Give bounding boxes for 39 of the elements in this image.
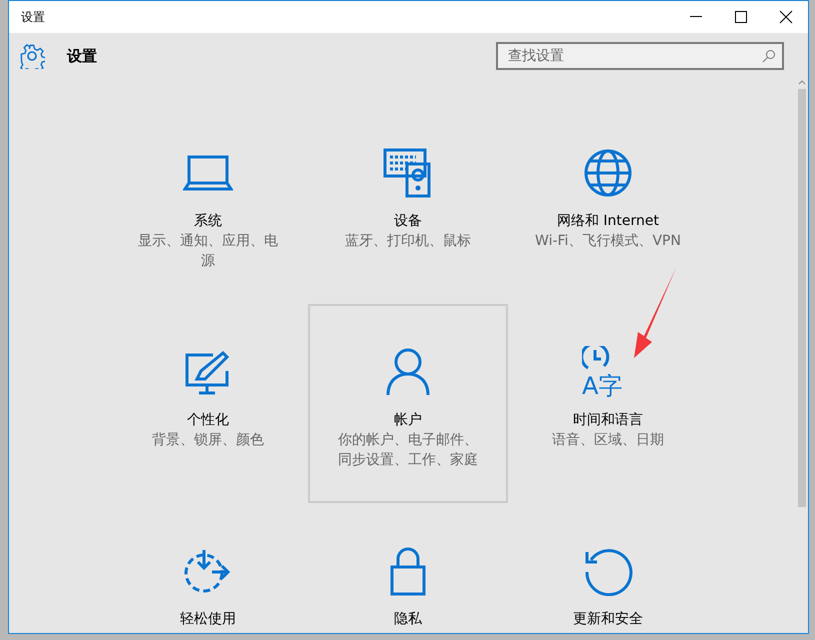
tile-title: 帐户	[394, 411, 422, 430]
minimize-icon	[690, 16, 702, 18]
tile-description: Wi-Fi、飞行模式、VPN	[534, 232, 682, 251]
settings-tile[interactable]: 隐私	[308, 503, 508, 633]
keyboard-speaker-icon	[383, 148, 433, 198]
tile-title: 设备	[394, 212, 422, 231]
settings-tile[interactable]: 系统 显示、通知、应用、电源	[108, 105, 308, 304]
tile-description: 背景、锁屏、颜色	[151, 431, 265, 450]
refresh-icon	[583, 546, 633, 596]
tile-description: 你的帐户、电子邮件、同步设置、工作、家庭	[337, 431, 479, 470]
tile-description: 蓝牙、打印机、鼠标	[344, 232, 472, 251]
globe-icon	[583, 148, 633, 198]
tile-title: 网络和 Internet	[556, 212, 660, 231]
tile-title: 个性化	[187, 411, 229, 430]
tile-description: 语音、区域、日期	[551, 431, 665, 450]
lock-icon	[388, 545, 428, 597]
tile-title: 时间和语言	[573, 411, 643, 430]
scrollbar-thumb[interactable]	[798, 89, 806, 507]
window-title: 设置	[21, 8, 46, 26]
settings-tile[interactable]: 个性化 背景、锁屏、颜色	[108, 304, 308, 503]
search-icon	[762, 49, 776, 63]
settings-tile[interactable]: 更新和安全	[508, 503, 708, 633]
tile-description: 显示、通知、应用、电源	[137, 232, 279, 271]
maximize-icon	[734, 11, 746, 23]
laptop-icon	[183, 155, 233, 191]
search-field[interactable]: 查找设置	[496, 42, 784, 70]
settings-tile[interactable]: 网络和 Internet Wi-Fi、飞行模式、VPN	[508, 105, 708, 304]
settings-tile[interactable]: 设备 蓝牙、打印机、鼠标	[308, 105, 508, 304]
tile-title: 系统	[194, 212, 222, 231]
settings-tile[interactable]: 轻松使用	[108, 503, 308, 633]
tile-title: 隐私	[394, 610, 422, 629]
tile-title: 轻松使用	[180, 610, 236, 629]
settings-tile[interactable]: A字 时间和语言 语音、区域、日期	[508, 304, 708, 503]
settings-tile[interactable]: 帐户 你的帐户、电子邮件、同步设置、工作、家庭	[308, 304, 508, 503]
scroll-up-icon[interactable]	[798, 79, 806, 87]
tile-title: 更新和安全	[573, 610, 643, 629]
settings-icon	[19, 43, 45, 69]
page-title: 设置	[67, 46, 98, 66]
close-icon	[778, 10, 792, 24]
